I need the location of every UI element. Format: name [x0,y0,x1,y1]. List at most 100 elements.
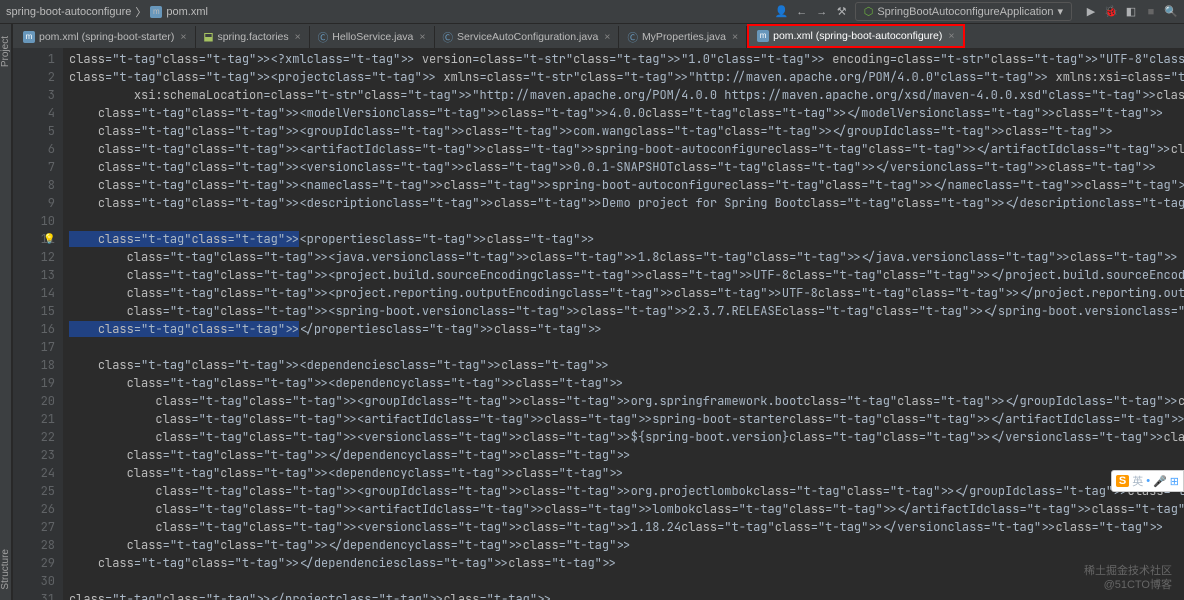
code-line[interactable] [69,572,1184,590]
code-editor[interactable]: 12345678910💡1112131415161718192021222324… [13,48,1184,600]
line-number: 27 [13,518,55,536]
line-number: 4 [13,104,55,122]
line-number: 10 [13,212,55,230]
editor-tab[interactable]: mpom.xml (spring-boot-autoconfigure)× [747,24,964,48]
breadcrumb-file[interactable]: pom.xml [166,6,208,18]
debug-icon[interactable]: 🐞 [1104,5,1118,19]
line-number: 25 [13,482,55,500]
spring-icon: ⬡ [864,5,874,18]
code-line[interactable]: class="t-tag"class="t-tag">><groupIdclas… [69,482,1184,500]
line-number: 15 [13,302,55,320]
close-icon[interactable]: × [604,31,610,43]
code-line[interactable]: class="t-tag"class="t-tag">><java.versio… [69,248,1184,266]
line-number: 19 [13,374,55,392]
code-line[interactable]: class="t-tag"class="t-tag">></dependency… [69,446,1184,464]
breadcrumb-sep: 〉 [135,4,146,20]
code-line[interactable]: class="t-tag"class="t-tag">><versionclas… [69,158,1184,176]
editor-tab[interactable]: ⒸServiceAutoConfiguration.java × [435,26,620,48]
top-toolbar: spring-boot-autoconfigure 〉 m pom.xml 👤 … [0,0,1184,24]
code-line[interactable]: class="t-tag"class="t-tag">></dependency… [69,536,1184,554]
editor-tab[interactable]: ⬓spring.factories × [196,26,310,48]
line-number: 20 [13,392,55,410]
code-line[interactable]: class="t-tag"class="t-tag">><project.rep… [69,284,1184,302]
code-line[interactable]: class="t-tag"class="t-tag">><dependencyc… [69,464,1184,482]
tab-label: ServiceAutoConfiguration.java [457,31,598,43]
coverage-icon[interactable]: ◧ [1124,5,1138,19]
close-icon[interactable]: × [419,31,425,43]
code-line[interactable]: xsi:schemaLocation=class="t-str"class="t… [69,86,1184,104]
class-icon: Ⓒ [318,30,329,45]
line-number: 14 [13,284,55,302]
code-line[interactable] [69,212,1184,230]
line-number: 1 [13,50,55,68]
code-line[interactable]: class="t-tag"class="t-tag">><description… [69,194,1184,212]
line-number: 2 [13,68,55,86]
line-number: 31 [13,590,55,600]
ime-badge[interactable]: S 英 • 🎤 ⊞ [1111,470,1184,492]
code-line[interactable]: class="t-tag"class="t-tag">><nameclass="… [69,176,1184,194]
close-icon[interactable]: × [295,31,301,43]
code-line[interactable]: class="t-tag"class="t-tag">><versionclas… [69,518,1184,536]
editor-tabs: mpom.xml (spring-boot-starter)×⬓spring.f… [13,24,1184,48]
code-line[interactable]: class="t-tag"class="t-tag">><artifactIdc… [69,140,1184,158]
code-line[interactable]: class="t-tag"class="t-tag">></projectcla… [69,590,1184,600]
line-number: 12 [13,248,55,266]
line-number: 13 [13,266,55,284]
code-line[interactable] [69,338,1184,356]
top-actions: 👤 ← → ⚒ ⬡ SpringBootAutoconfigureApplica… [775,2,1178,21]
ime-dot-icon: • [1146,475,1150,487]
close-icon[interactable]: × [180,31,186,43]
ime-lang: 英 [1132,473,1143,489]
line-number: 17 [13,338,55,356]
editor-tab[interactable]: ⒸMyProperties.java× [619,26,747,48]
code-line[interactable]: class="t-tag"class="t-tag">><artifactIdc… [69,410,1184,428]
code-line[interactable]: class="t-tag"class="t-tag">><dependencie… [69,356,1184,374]
code-content[interactable]: class="t-tag"class="t-tag">><?xmlclass="… [63,48,1184,600]
code-line[interactable]: class="t-tag"class="t-tag">><modelVersio… [69,104,1184,122]
maven-icon: m [757,30,769,42]
run-config-selector[interactable]: ⬡ SpringBootAutoconfigureApplication ▾ [855,2,1072,21]
stop-icon[interactable]: ■ [1144,5,1158,19]
forward-icon[interactable]: → [815,5,829,19]
code-line[interactable]: class="t-tag"class="t-tag">><groupIdclas… [69,122,1184,140]
code-line[interactable]: class="t-tag"class="t-tag">><propertiesc… [69,230,1184,248]
breadcrumb: spring-boot-autoconfigure 〉 m pom.xml [6,4,775,20]
project-tool-tab[interactable]: Project [0,36,11,67]
code-line[interactable]: class="t-tag"class="t-tag">><dependencyc… [69,374,1184,392]
left-tool-strip: Project Structure [0,24,12,600]
code-line[interactable]: class="t-tag"class="t-tag">><spring-boot… [69,302,1184,320]
class-icon: Ⓒ [627,30,638,45]
run-icon[interactable]: ▶ [1084,5,1098,19]
structure-tool-tab[interactable]: Structure [0,549,11,590]
bulb-icon[interactable]: 💡 [43,230,55,248]
close-icon[interactable]: × [948,30,954,42]
tab-label: spring.factories [217,31,288,43]
line-gutter: 12345678910💡1112131415161718192021222324… [13,48,63,600]
breadcrumb-project[interactable]: spring-boot-autoconfigure [6,6,131,18]
user-icon[interactable]: 👤 [775,5,789,19]
maven-icon: m [23,31,35,43]
search-icon[interactable]: 🔍 [1164,5,1178,19]
editor-tab[interactable]: ⒸHelloService.java × [310,26,435,48]
code-line[interactable]: class="t-tag"class="t-tag">><projectclas… [69,68,1184,86]
hammer-icon[interactable]: ⚒ [835,5,849,19]
tab-label: HelloService.java [332,31,413,43]
code-line[interactable]: class="t-tag"class="t-tag">><versionclas… [69,428,1184,446]
back-icon[interactable]: ← [795,5,809,19]
ime-grid-icon: ⊞ [1170,475,1179,488]
editor-tab[interactable]: m pom.xml (spring-boot-starter) × [15,26,196,48]
code-line[interactable]: class="t-tag"class="t-tag">><project.bui… [69,266,1184,284]
class-icon: Ⓒ [443,30,454,45]
code-line[interactable]: class="t-tag"class="t-tag">><?xmlclass="… [69,50,1184,68]
xml-icon: ⬓ [204,31,214,43]
ime-mic-icon: 🎤 [1153,475,1167,488]
tab-label: pom.xml (spring-boot-starter) [39,31,174,43]
ime-s-icon: S [1116,475,1129,487]
maven-icon: m [150,6,162,18]
close-icon[interactable]: × [732,31,738,43]
code-line[interactable]: class="t-tag"class="t-tag">><artifactIdc… [69,500,1184,518]
editor-area: mpom.xml (spring-boot-starter)×⬓spring.f… [13,24,1184,600]
code-line[interactable]: class="t-tag"class="t-tag">></dependenci… [69,554,1184,572]
code-line[interactable]: class="t-tag"class="t-tag">></properties… [69,320,1184,338]
code-line[interactable]: class="t-tag"class="t-tag">><groupIdclas… [69,392,1184,410]
